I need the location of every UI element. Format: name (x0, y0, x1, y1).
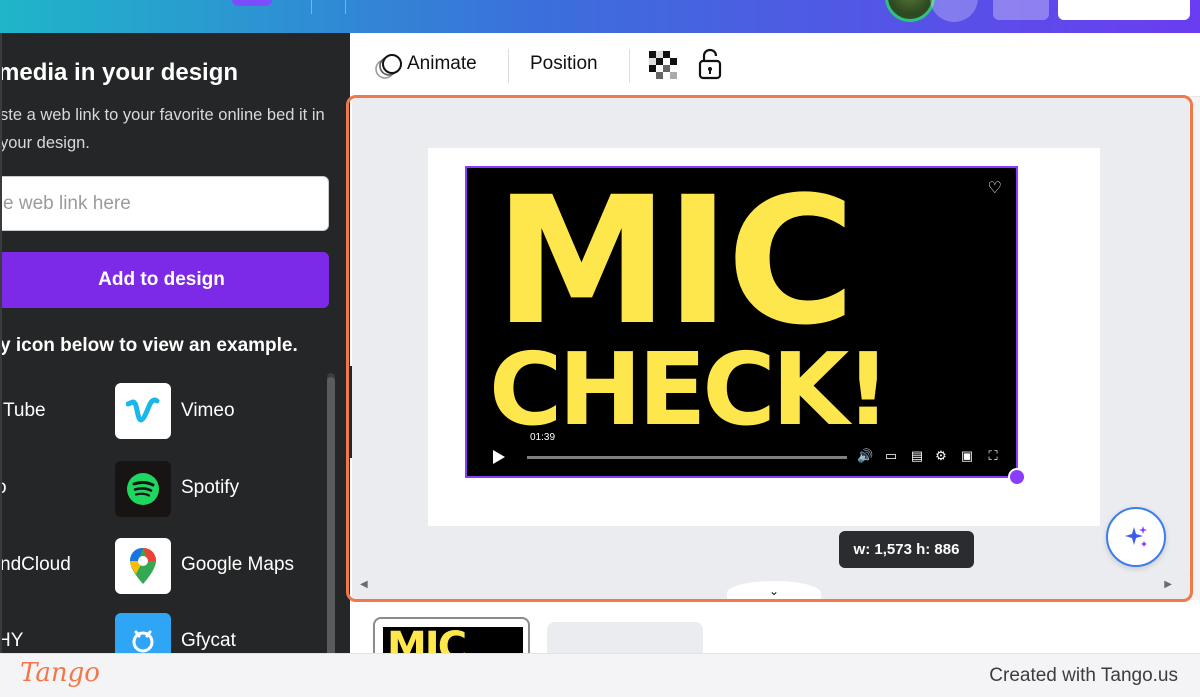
footer-credit: Created with Tango.us (989, 665, 1178, 686)
collaborator-avatar[interactable] (930, 0, 978, 22)
panel-description: ste a web link to your favorite online b… (0, 106, 325, 152)
toolbar-divider (508, 49, 509, 83)
user-avatar[interactable] (885, 0, 935, 22)
magic-assistant-button[interactable] (1106, 507, 1166, 567)
chevron-down-icon: ⌄ (768, 584, 780, 598)
embed-item-giphy-label[interactable]: HY (0, 630, 23, 652)
resize-handle[interactable] (1008, 468, 1026, 486)
panel-hint: y icon below to view an example. (0, 335, 298, 356)
app-root: media in your design ste a web link to y… (0, 0, 1200, 697)
header-button[interactable] (993, 0, 1049, 20)
toolbar-divider (629, 49, 630, 83)
volume-icon[interactable]: 🔊 (857, 448, 873, 464)
miniplayer-icon[interactable]: ▣ (959, 448, 975, 464)
header-pill (232, 0, 272, 6)
captions-icon[interactable]: ▭ (883, 448, 899, 464)
animate-icon[interactable] (372, 51, 404, 83)
embed-item-youtube-label[interactable]: Tube (3, 400, 46, 422)
web-link-input[interactable]: e web link here (0, 176, 329, 231)
video-progress-bar[interactable] (527, 456, 847, 459)
scroll-left-icon[interactable]: ◀ (360, 579, 368, 590)
embed-item-soundcloud-label[interactable]: ndCloud (0, 554, 71, 576)
gfycat-icon[interactable] (115, 613, 171, 653)
video-title-line1: MIC (494, 166, 856, 364)
add-to-design-button[interactable]: Add to design (0, 252, 329, 308)
horizontal-scrollbar[interactable]: ◀ ▶ ⌄ (352, 573, 1192, 605)
size-tooltip: w: 1,573 h: 886 (839, 531, 974, 568)
vimeo-icon[interactable] (115, 383, 171, 439)
pages-toggle[interactable]: ⌄ (727, 581, 821, 605)
heart-icon[interactable]: ♡ (988, 178, 1002, 198)
share-button[interactable] (1058, 0, 1190, 20)
transparency-icon[interactable] (649, 51, 677, 79)
vertical-scrollbar[interactable] (1189, 97, 1200, 600)
panel-title: media in your design (0, 59, 239, 86)
position-button[interactable]: Position (530, 53, 598, 75)
tango-logo: Tango (20, 658, 100, 688)
panel-edge (0, 33, 2, 653)
embed-item-google-maps-label[interactable]: Google Maps (181, 554, 294, 576)
unlock-icon[interactable] (696, 48, 724, 80)
spotify-icon[interactable] (115, 461, 171, 517)
embed-item-spotify-label[interactable]: Spotify (181, 477, 239, 499)
scroll-right-icon[interactable]: ▶ (1164, 579, 1172, 590)
editor-toolbar: Animate Position (352, 33, 1200, 97)
header-divider (345, 0, 346, 14)
transcript-icon[interactable]: ▤ (909, 448, 925, 464)
video-title-line2: CHECK! (489, 331, 891, 448)
top-header (0, 0, 1200, 33)
panel-scrollbar-thumb[interactable] (327, 377, 335, 653)
footer-bar: Tango Created with Tango.us (0, 653, 1200, 697)
fullscreen-icon[interactable]: ⛶ (985, 448, 1001, 464)
play-icon[interactable] (493, 450, 505, 464)
embed-panel: media in your design ste a web link to y… (0, 33, 350, 653)
google-maps-icon[interactable] (115, 538, 171, 594)
animate-button[interactable]: Animate (407, 53, 477, 75)
video-timestamp: 01:39 (528, 432, 558, 443)
embed-item-gfycat-label[interactable]: Gfycat (181, 630, 236, 652)
header-divider (311, 0, 312, 14)
sparkle-icon (1125, 526, 1147, 547)
embed-item-vimeo-label[interactable]: Vimeo (181, 400, 235, 422)
settings-icon[interactable]: ⚙ (933, 448, 949, 464)
embedded-video[interactable]: MIC CHECK! ♡ 01:39 🔊 ▭ ▤ ⚙ ▣ ⛶ (465, 166, 1018, 478)
